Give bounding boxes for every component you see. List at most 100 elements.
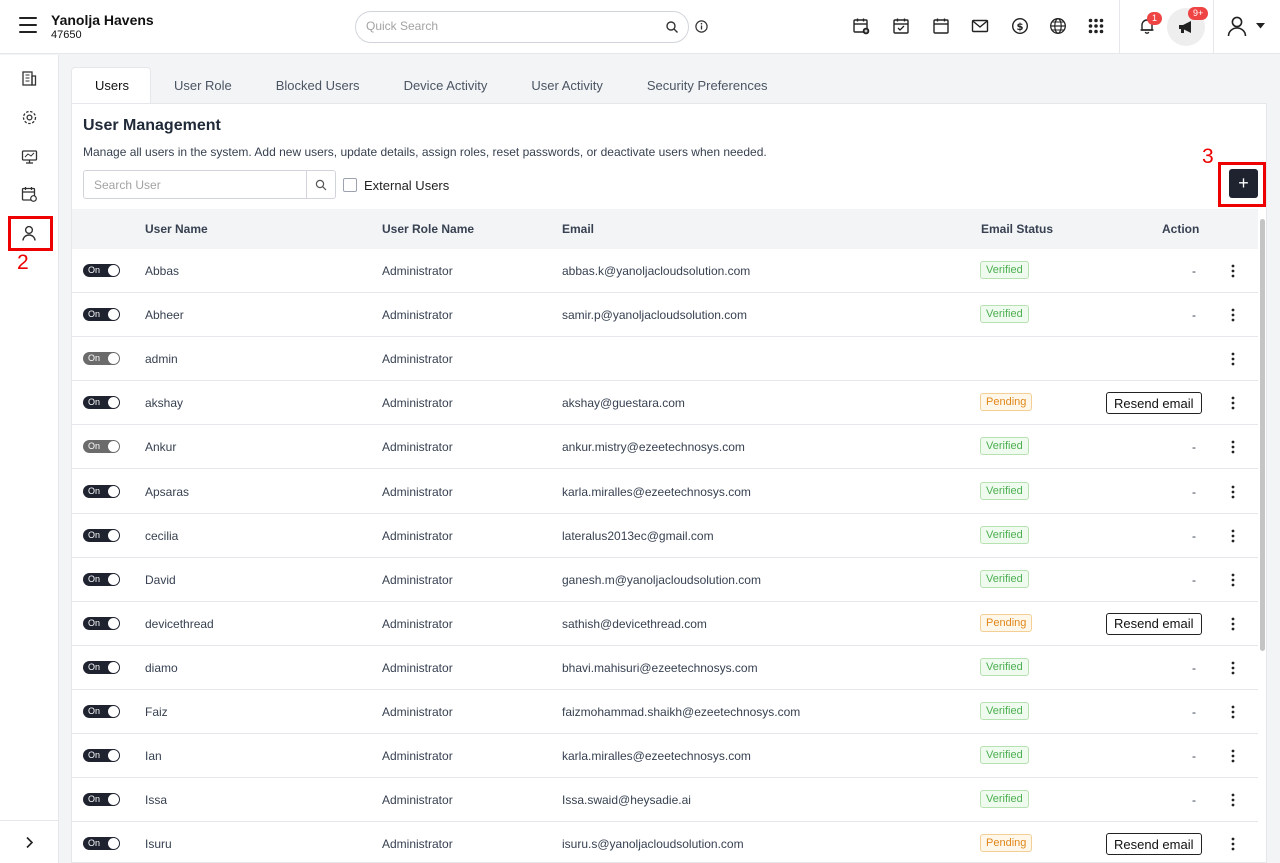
- user-account-menu[interactable]: [1226, 15, 1270, 39]
- info-icon[interactable]: [695, 20, 708, 33]
- currency-icon[interactable]: $: [1009, 15, 1031, 37]
- tab-security-preferences[interactable]: Security Preferences: [624, 67, 789, 103]
- toggle-label: On: [88, 441, 101, 452]
- user-active-toggle[interactable]: On: [83, 749, 120, 763]
- scrollbar-thumb[interactable]: [1260, 219, 1265, 651]
- row-actions-menu[interactable]: [1226, 835, 1240, 853]
- sidebar-expand-button[interactable]: [0, 820, 59, 863]
- toggle-label: On: [88, 794, 101, 805]
- calendar-add-icon[interactable]: [850, 15, 872, 37]
- row-actions-menu[interactable]: [1226, 615, 1240, 633]
- user-name-cell: Faiz: [145, 705, 168, 719]
- sidebar-item-property[interactable]: [17, 66, 41, 90]
- calendar-check-icon[interactable]: [890, 15, 912, 37]
- more-vertical-icon: [1231, 837, 1235, 851]
- row-actions-menu[interactable]: [1226, 394, 1240, 412]
- resend-email-button[interactable]: Resend email: [1106, 392, 1202, 415]
- user-active-toggle[interactable]: On: [83, 572, 120, 586]
- table-row: On Abbas Administrator abbas.k@yanoljacloud…: [72, 249, 1258, 293]
- user-active-toggle[interactable]: On: [83, 264, 120, 277]
- row-actions-menu[interactable]: [1226, 747, 1240, 765]
- external-users-checkbox[interactable]: [343, 178, 357, 192]
- email-cell: akshay@guestara.com: [562, 396, 685, 411]
- tab-users[interactable]: Users: [71, 67, 151, 103]
- user-active-toggle[interactable]: On: [83, 793, 120, 807]
- toggle-knob: [108, 265, 119, 276]
- building-icon: [22, 71, 37, 86]
- user-role-cell: Administrator: [382, 749, 453, 764]
- sidebar-item-display[interactable]: [17, 145, 41, 169]
- user-active-toggle[interactable]: On: [83, 352, 120, 366]
- user-active-toggle[interactable]: On: [83, 440, 120, 454]
- apps-grid-icon[interactable]: [1085, 15, 1107, 37]
- search-icon[interactable]: [665, 20, 679, 34]
- no-action-text: -: [1192, 440, 1196, 455]
- email-cell: faizmohammad.shaikh@ezeetechnosys.com: [562, 705, 801, 719]
- user-role-cell: Administrator: [382, 528, 453, 543]
- user-active-toggle[interactable]: On: [83, 660, 120, 674]
- scrollbar[interactable]: [1258, 209, 1267, 863]
- column-header-user-role-name: User Role Name: [382, 222, 475, 236]
- row-actions-menu[interactable]: [1226, 659, 1240, 677]
- sidebar-item-calendar[interactable]: [17, 182, 41, 206]
- toggle-knob: [108, 441, 119, 453]
- row-actions-menu[interactable]: [1226, 791, 1240, 809]
- table-row: On devicethread Administrator sathish@devic…: [72, 602, 1258, 646]
- user-active-toggle[interactable]: On: [83, 616, 120, 630]
- table-row: On diamo Administrator bhavi.mahisuri@ezeet…: [72, 646, 1258, 690]
- column-header-action: Action: [1162, 222, 1200, 236]
- row-actions-menu[interactable]: [1226, 306, 1240, 324]
- announcement-count-badge: 9+: [1188, 7, 1209, 20]
- no-action-text: -: [1192, 484, 1196, 499]
- more-vertical-icon: [1231, 617, 1235, 631]
- table-row: On Ankur Administrator ankur.mistry@ezeetec…: [72, 425, 1258, 470]
- user-name-cell: Abheer: [145, 308, 184, 323]
- megaphone-icon: [1179, 21, 1191, 33]
- property-name: Yanolja Havens: [51, 12, 154, 28]
- add-user-button[interactable]: +: [1229, 169, 1258, 198]
- email-status-badge: Verified: [980, 481, 1029, 500]
- user-search-input[interactable]: [94, 178, 294, 192]
- row-actions-menu[interactable]: [1226, 571, 1240, 589]
- resend-email-button[interactable]: Resend email: [1106, 612, 1202, 635]
- toggle-knob: [108, 617, 119, 629]
- globe-icon[interactable]: [1047, 15, 1069, 37]
- row-actions-menu[interactable]: [1226, 262, 1240, 280]
- mail-icon[interactable]: [969, 15, 991, 37]
- user-active-toggle[interactable]: On: [83, 308, 120, 322]
- tab-user-activity[interactable]: User Activity: [508, 67, 624, 103]
- user-active-toggle[interactable]: On: [83, 484, 120, 498]
- more-vertical-icon: [1231, 573, 1235, 587]
- resend-email-button[interactable]: Resend email: [1106, 833, 1202, 856]
- user-management-panel: User Management Manage all users in the …: [71, 103, 1267, 863]
- user-active-toggle[interactable]: On: [83, 528, 120, 542]
- tab-blocked-users[interactable]: Blocked Users: [253, 67, 381, 103]
- user-search-button[interactable]: [306, 171, 335, 198]
- row-actions-menu[interactable]: [1226, 527, 1240, 545]
- calendar-icon[interactable]: [930, 15, 952, 37]
- user-active-toggle[interactable]: On: [83, 837, 120, 851]
- tab-user-role[interactable]: User Role: [151, 67, 253, 103]
- toggle-label: On: [88, 265, 101, 275]
- email-cell: isuru.s@yanoljacloudsolution.com: [562, 837, 744, 852]
- property-info: Yanolja Havens 47650: [51, 12, 154, 41]
- row-actions-menu[interactable]: [1226, 438, 1240, 456]
- more-vertical-icon: [1231, 705, 1235, 719]
- toggle-label: On: [88, 309, 101, 320]
- row-actions-menu[interactable]: [1226, 483, 1240, 501]
- toggle-knob: [108, 661, 119, 673]
- sidebar: 2: [0, 55, 59, 863]
- user-active-toggle[interactable]: On: [83, 705, 120, 718]
- menu-icon[interactable]: [19, 17, 37, 33]
- sidebar-item-settings[interactable]: [17, 105, 41, 129]
- monitor-icon: [21, 150, 37, 164]
- row-actions-menu[interactable]: [1226, 703, 1240, 721]
- tab-device-activity[interactable]: Device Activity: [381, 67, 509, 103]
- quick-search-input[interactable]: [366, 19, 656, 33]
- table-header: User Name User Role Name Email Email Sta…: [72, 209, 1258, 249]
- user-name-cell: Apsaras: [145, 484, 190, 499]
- toggle-knob: [108, 309, 119, 321]
- row-actions-menu[interactable]: [1226, 350, 1240, 368]
- user-active-toggle[interactable]: On: [83, 396, 120, 410]
- toggle-label: On: [88, 750, 101, 761]
